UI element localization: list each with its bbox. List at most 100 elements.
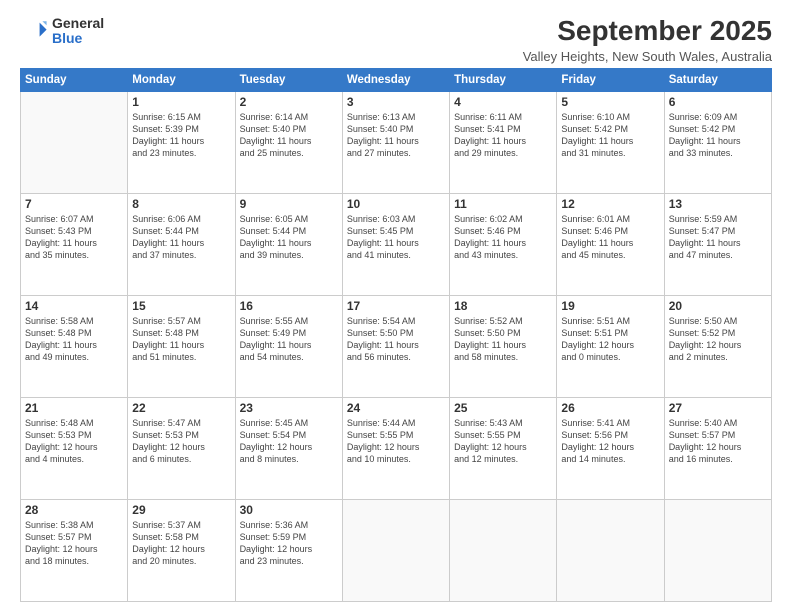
day-number: 13 <box>669 197 767 211</box>
calendar-header-wednesday: Wednesday <box>342 68 449 91</box>
calendar-cell: 30 Sunrise: 5:36 AM Sunset: 5:59 PM Dayli… <box>235 499 342 601</box>
header: General Blue September 2025 Valley Heigh… <box>20 16 772 64</box>
logo-general-text: General <box>52 16 104 31</box>
calendar-cell: 2 Sunrise: 6:14 AM Sunset: 5:40 PM Daylig… <box>235 91 342 193</box>
calendar-cell <box>557 499 664 601</box>
day-number: 30 <box>240 503 338 517</box>
calendar-header-monday: Monday <box>128 68 235 91</box>
day-number: 9 <box>240 197 338 211</box>
main-title: September 2025 <box>523 16 772 47</box>
calendar-cell: 9 Sunrise: 6:05 AM Sunset: 5:44 PM Daylig… <box>235 193 342 295</box>
day-number: 22 <box>132 401 230 415</box>
day-info: Sunrise: 5:37 AM Sunset: 5:58 PM Dayligh… <box>132 519 230 568</box>
logo-icon <box>20 17 48 45</box>
day-info: Sunrise: 5:54 AM Sunset: 5:50 PM Dayligh… <box>347 315 445 364</box>
calendar-header-friday: Friday <box>557 68 664 91</box>
calendar-cell: 11Sunrise: 6:02 AM Sunset: 5:46 PM Dayli… <box>450 193 557 295</box>
calendar-cell: 25Sunrise: 5:43 AM Sunset: 5:55 PM Dayli… <box>450 397 557 499</box>
calendar-cell: 4Sunrise: 6:11 AM Sunset: 5:41 PM Daylig… <box>450 91 557 193</box>
day-number: 18 <box>454 299 552 313</box>
day-info: Sunrise: 6:01 AM Sunset: 5:46 PM Dayligh… <box>561 213 659 262</box>
day-number: 27 <box>669 401 767 415</box>
day-info: Sunrise: 6:02 AM Sunset: 5:46 PM Dayligh… <box>454 213 552 262</box>
calendar-header-tuesday: Tuesday <box>235 68 342 91</box>
calendar-header-thursday: Thursday <box>450 68 557 91</box>
day-info: Sunrise: 5:55 AM Sunset: 5:49 PM Dayligh… <box>240 315 338 364</box>
day-info: Sunrise: 6:14 AM Sunset: 5:40 PM Dayligh… <box>240 111 338 160</box>
day-number: 7 <box>25 197 123 211</box>
calendar-cell <box>21 91 128 193</box>
day-number: 25 <box>454 401 552 415</box>
day-info: Sunrise: 6:05 AM Sunset: 5:44 PM Dayligh… <box>240 213 338 262</box>
day-number: 19 <box>561 299 659 313</box>
day-number: 2 <box>240 95 338 109</box>
day-info: Sunrise: 6:10 AM Sunset: 5:42 PM Dayligh… <box>561 111 659 160</box>
calendar-cell: 8Sunrise: 6:06 AM Sunset: 5:44 PM Daylig… <box>128 193 235 295</box>
calendar-week-4: 21Sunrise: 5:48 AM Sunset: 5:53 PM Dayli… <box>21 397 772 499</box>
day-number: 15 <box>132 299 230 313</box>
day-number: 1 <box>132 95 230 109</box>
day-number: 5 <box>561 95 659 109</box>
calendar-cell <box>664 499 771 601</box>
calendar-cell: 13 Sunrise: 5:59 AM Sunset: 5:47 PM Dayli… <box>664 193 771 295</box>
calendar-cell: 28Sunrise: 5:38 AM Sunset: 5:57 PM Dayli… <box>21 499 128 601</box>
calendar-cell: 3 Sunrise: 6:13 AM Sunset: 5:40 PM Daylig… <box>342 91 449 193</box>
calendar-cell: 22 Sunrise: 5:47 AM Sunset: 5:53 PM Dayli… <box>128 397 235 499</box>
day-info: Sunrise: 6:07 AM Sunset: 5:43 PM Dayligh… <box>25 213 123 262</box>
day-number: 17 <box>347 299 445 313</box>
calendar-cell: 23Sunrise: 5:45 AM Sunset: 5:54 PM Dayli… <box>235 397 342 499</box>
day-info: Sunrise: 5:57 AM Sunset: 5:48 PM Dayligh… <box>132 315 230 364</box>
day-number: 8 <box>132 197 230 211</box>
logo-blue-text: Blue <box>52 31 104 46</box>
day-number: 14 <box>25 299 123 313</box>
calendar-cell: 10 Sunrise: 6:03 AM Sunset: 5:45 PM Dayli… <box>342 193 449 295</box>
day-info: Sunrise: 6:09 AM Sunset: 5:42 PM Dayligh… <box>669 111 767 160</box>
calendar-cell: 7 Sunrise: 6:07 AM Sunset: 5:43 PM Daylig… <box>21 193 128 295</box>
calendar-cell: 6 Sunrise: 6:09 AM Sunset: 5:42 PM Daylig… <box>664 91 771 193</box>
day-info: Sunrise: 5:41 AM Sunset: 5:56 PM Dayligh… <box>561 417 659 466</box>
calendar-cell: 20 Sunrise: 5:50 AM Sunset: 5:52 PM Dayli… <box>664 295 771 397</box>
day-info: Sunrise: 5:36 AM Sunset: 5:59 PM Dayligh… <box>240 519 338 568</box>
page: General Blue September 2025 Valley Heigh… <box>0 0 792 612</box>
day-info: Sunrise: 5:51 AM Sunset: 5:51 PM Dayligh… <box>561 315 659 364</box>
calendar-week-3: 14 Sunrise: 5:58 AM Sunset: 5:48 PM Dayli… <box>21 295 772 397</box>
day-info: Sunrise: 5:48 AM Sunset: 5:53 PM Dayligh… <box>25 417 123 466</box>
day-number: 6 <box>669 95 767 109</box>
day-info: Sunrise: 6:13 AM Sunset: 5:40 PM Dayligh… <box>347 111 445 160</box>
day-info: Sunrise: 5:59 AM Sunset: 5:47 PM Dayligh… <box>669 213 767 262</box>
day-number: 10 <box>347 197 445 211</box>
day-info: Sunrise: 5:47 AM Sunset: 5:53 PM Dayligh… <box>132 417 230 466</box>
calendar-week-5: 28Sunrise: 5:38 AM Sunset: 5:57 PM Dayli… <box>21 499 772 601</box>
logo: General Blue <box>20 16 104 47</box>
calendar-cell: 16Sunrise: 5:55 AM Sunset: 5:49 PM Dayli… <box>235 295 342 397</box>
day-number: 26 <box>561 401 659 415</box>
calendar-cell: 17 Sunrise: 5:54 AM Sunset: 5:50 PM Dayli… <box>342 295 449 397</box>
calendar-cell: 14 Sunrise: 5:58 AM Sunset: 5:48 PM Dayli… <box>21 295 128 397</box>
calendar-cell: 26 Sunrise: 5:41 AM Sunset: 5:56 PM Dayli… <box>557 397 664 499</box>
day-info: Sunrise: 5:58 AM Sunset: 5:48 PM Dayligh… <box>25 315 123 364</box>
calendar-week-1: 1 Sunrise: 6:15 AM Sunset: 5:39 PM Daylig… <box>21 91 772 193</box>
day-info: Sunrise: 5:40 AM Sunset: 5:57 PM Dayligh… <box>669 417 767 466</box>
day-number: 29 <box>132 503 230 517</box>
logo-text: General Blue <box>52 16 104 47</box>
day-number: 28 <box>25 503 123 517</box>
day-number: 12 <box>561 197 659 211</box>
day-number: 24 <box>347 401 445 415</box>
calendar-cell: 27 Sunrise: 5:40 AM Sunset: 5:57 PM Dayli… <box>664 397 771 499</box>
subtitle: Valley Heights, New South Wales, Austral… <box>523 49 772 64</box>
calendar-header-row: SundayMondayTuesdayWednesdayThursdayFrid… <box>21 68 772 91</box>
calendar-cell: 24Sunrise: 5:44 AM Sunset: 5:55 PM Dayli… <box>342 397 449 499</box>
day-number: 20 <box>669 299 767 313</box>
calendar-header-saturday: Saturday <box>664 68 771 91</box>
calendar-cell <box>450 499 557 601</box>
day-number: 4 <box>454 95 552 109</box>
day-info: Sunrise: 6:15 AM Sunset: 5:39 PM Dayligh… <box>132 111 230 160</box>
day-info: Sunrise: 5:45 AM Sunset: 5:54 PM Dayligh… <box>240 417 338 466</box>
title-block: September 2025 Valley Heights, New South… <box>523 16 772 64</box>
day-info: Sunrise: 6:03 AM Sunset: 5:45 PM Dayligh… <box>347 213 445 262</box>
day-number: 3 <box>347 95 445 109</box>
calendar-table: SundayMondayTuesdayWednesdayThursdayFrid… <box>20 68 772 602</box>
calendar-cell <box>342 499 449 601</box>
day-info: Sunrise: 5:50 AM Sunset: 5:52 PM Dayligh… <box>669 315 767 364</box>
calendar-cell: 19 Sunrise: 5:51 AM Sunset: 5:51 PM Dayli… <box>557 295 664 397</box>
